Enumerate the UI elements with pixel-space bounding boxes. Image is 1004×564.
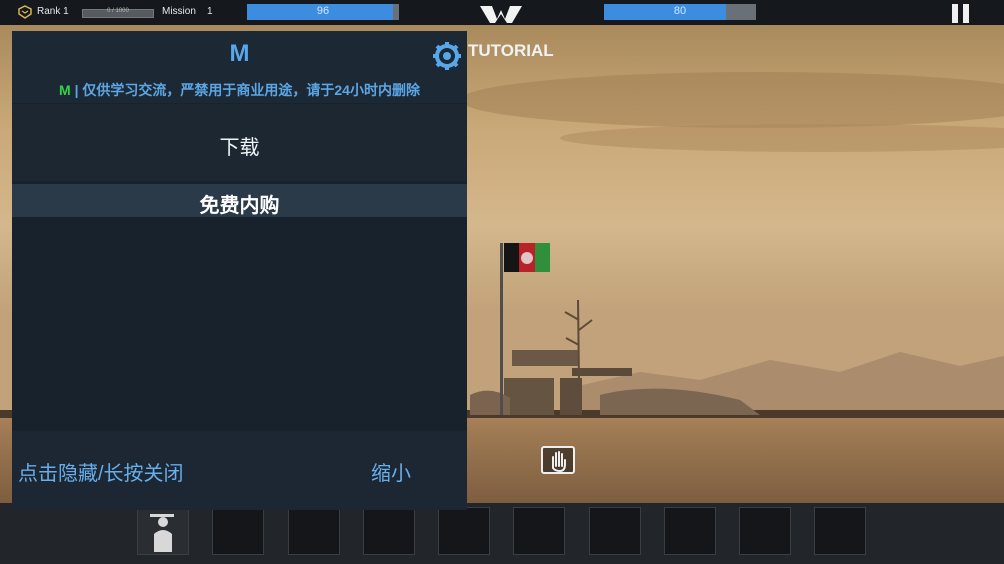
flag-pole	[500, 243, 503, 415]
download-label: 下载	[219, 137, 260, 159]
unit-slot[interactable]	[288, 507, 340, 555]
menu-footer: 点击隐藏/长按关闭 缩小	[12, 431, 467, 510]
unit-slot[interactable]	[739, 507, 791, 555]
left-progress-value: 96	[316, 5, 330, 17]
mission-value: 1	[207, 6, 213, 17]
notice-mark: M	[59, 82, 71, 98]
free-iap-label: 免费内购	[199, 195, 280, 217]
notice-text: | 仅供学习交流，严禁用于商业用途，请于24小时内删除	[74, 82, 420, 98]
unit-slot[interactable]	[513, 507, 565, 555]
rank-xp-bar: 0 / 1000	[82, 8, 154, 18]
menu-header: M M | 仅供学习交流，严禁用于商业用途，请于24小时内删除	[12, 31, 467, 103]
pause-button[interactable]	[950, 4, 972, 24]
unit-slot[interactable]	[589, 507, 641, 555]
left-progress-bar: 96	[247, 4, 399, 20]
unit-slot[interactable]	[363, 507, 415, 555]
right-progress-value: 80	[673, 5, 687, 17]
rank-xp-text: 0 / 1000	[107, 8, 129, 14]
rank-label: Rank 1	[37, 6, 69, 17]
free-iap-section[interactable]: 免费内购	[12, 184, 467, 217]
menu-title: M	[229, 40, 250, 67]
unit-slot[interactable]	[438, 507, 490, 555]
rank-badge-icon	[18, 5, 32, 19]
soldier-unit-icon	[150, 514, 174, 552]
mission-label: Mission	[162, 6, 196, 17]
top-hud: Rank 1 0 / 1000 Mission 1 96 80	[0, 0, 1004, 25]
flag	[504, 243, 550, 272]
hand-button[interactable]	[541, 446, 575, 474]
unit-slot[interactable]	[212, 507, 264, 555]
unit-slot[interactable]	[137, 507, 189, 555]
unit-slot[interactable]	[814, 507, 866, 555]
unit-slot[interactable]	[664, 507, 716, 555]
hide-close-button[interactable]: 点击隐藏/长按关闭	[18, 457, 184, 486]
tutorial-label: TUTORIAL	[468, 41, 554, 60]
minimize-button[interactable]: 缩小	[371, 457, 411, 486]
pause-icon	[952, 4, 958, 23]
menu-notice: M | 仅供学习交流，严禁用于商业用途，请于24小时内删除	[12, 80, 467, 100]
settings-gear-icon[interactable]	[432, 41, 462, 71]
hand-icon	[552, 451, 566, 473]
mod-menu-panel: M M | 仅供学习交流，严禁用于商业用途，请于24小时内删除 下载 免费内购 …	[12, 31, 467, 510]
download-button[interactable]: 下载	[12, 104, 467, 181]
right-progress-bar: 80	[604, 4, 756, 20]
winged-logo-icon	[480, 6, 522, 23]
